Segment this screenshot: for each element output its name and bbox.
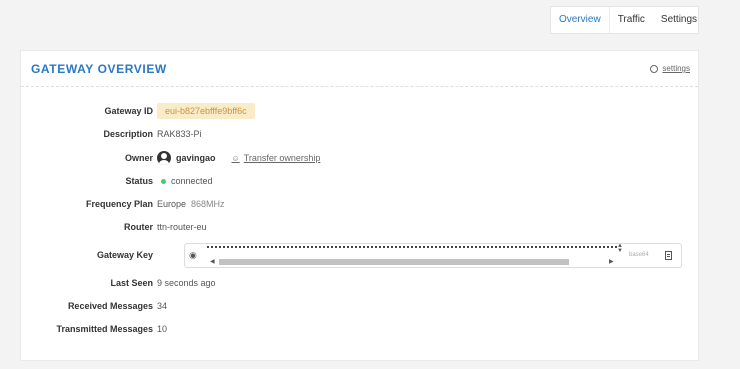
key-scrollbar[interactable]: ◀ ▶ bbox=[205, 259, 615, 265]
description-value: RAK833-Pi bbox=[157, 129, 202, 139]
transfer-ownership-link[interactable]: ☺ Transfer ownership bbox=[232, 153, 321, 163]
gateway-id-label: Gateway ID bbox=[104, 106, 153, 116]
frequency-plan-band: 868MHz bbox=[191, 199, 225, 209]
card-header: GATEWAY OVERVIEW settings bbox=[21, 51, 698, 87]
masked-key bbox=[207, 246, 617, 252]
gateway-id-badge: eui-b827ebfffe9bff6c bbox=[157, 103, 255, 119]
tab-settings[interactable]: Settings bbox=[653, 7, 705, 33]
transmitted-messages-value: 10 bbox=[157, 324, 168, 334]
key-encoding-label: base64 bbox=[629, 252, 649, 258]
last-seen-label: Last Seen bbox=[110, 278, 153, 288]
tab-traffic[interactable]: Traffic bbox=[610, 7, 653, 33]
router-value: ttn-router-eu bbox=[157, 222, 207, 232]
scroll-thumb[interactable] bbox=[219, 259, 569, 265]
status-label: Status bbox=[125, 176, 153, 186]
transmitted-messages-row: Transmitted Messages 10 bbox=[21, 321, 700, 337]
status-row: Status connected bbox=[21, 173, 700, 189]
description-label: Description bbox=[103, 129, 153, 139]
owner-name: gavingao bbox=[176, 153, 216, 163]
frequency-plan-label: Frequency Plan bbox=[85, 199, 153, 209]
status-value: connected bbox=[171, 176, 213, 186]
received-messages-row: Received Messages 34 bbox=[21, 298, 700, 314]
owner-label: Owner bbox=[124, 153, 153, 163]
scroll-right-icon[interactable]: ▶ bbox=[609, 258, 614, 265]
status-dot-icon bbox=[161, 178, 166, 184]
gateway-overview-card: GATEWAY OVERVIEW settings Gateway ID eui… bbox=[20, 50, 699, 361]
copy-icon[interactable] bbox=[665, 251, 672, 260]
router-row: Router ttn-router-eu bbox=[21, 219, 700, 235]
gateway-id-row: Gateway ID eui-b827ebfffe9bff6c bbox=[21, 103, 700, 119]
tab-bar: Overview Traffic Settings bbox=[550, 6, 699, 34]
frequency-plan-value: Europe bbox=[157, 199, 187, 209]
gateway-key-label: Gateway Key bbox=[96, 250, 153, 260]
eye-icon[interactable]: ◉ bbox=[189, 250, 197, 261]
last-seen-value: 9 seconds ago bbox=[157, 278, 216, 288]
tab-overview[interactable]: Overview bbox=[551, 7, 610, 33]
received-messages-value: 34 bbox=[157, 301, 168, 311]
gear-icon bbox=[650, 64, 659, 73]
transmitted-messages-label: Transmitted Messages bbox=[56, 324, 153, 334]
received-messages-label: Received Messages bbox=[67, 301, 153, 311]
last-seen-row: Last Seen 9 seconds ago bbox=[21, 275, 700, 291]
owner-row: Owner gavingao ☺ Transfer ownership bbox=[21, 150, 700, 166]
transfer-ownership-label: Transfer ownership bbox=[243, 153, 321, 163]
frequency-plan-row: Frequency Plan Europe 868MHz bbox=[21, 196, 700, 212]
settings-link[interactable]: settings bbox=[650, 64, 690, 73]
scroll-left-icon[interactable]: ◀ bbox=[210, 258, 215, 265]
router-label: Router bbox=[124, 222, 153, 232]
description-row: Description RAK833-Pi bbox=[21, 126, 700, 142]
gateway-key-field[interactable]: ◉ ◀ ▶ ▲ ▼ base64 bbox=[184, 243, 682, 268]
stepper-icon[interactable]: ▲ ▼ bbox=[617, 243, 623, 254]
users-icon: ☺ bbox=[231, 153, 240, 163]
avatar bbox=[157, 151, 171, 165]
settings-link-label: settings bbox=[662, 64, 690, 73]
card-title: GATEWAY OVERVIEW bbox=[31, 62, 167, 76]
